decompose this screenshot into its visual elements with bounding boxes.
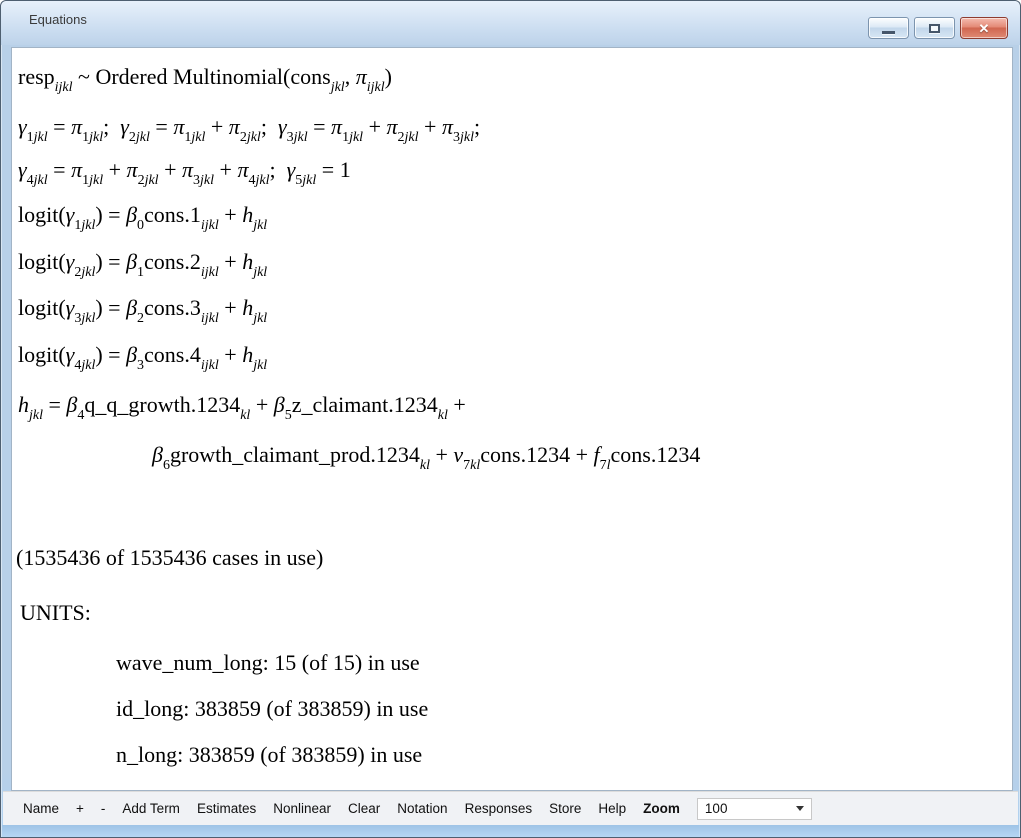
logit-gamma1[interactable]: logit(γ1jkl) = β0cons.1ijkl + hjkl bbox=[18, 202, 267, 228]
minimize-button[interactable] bbox=[868, 17, 909, 39]
responses-button[interactable]: Responses bbox=[465, 801, 533, 816]
plus-button[interactable]: + bbox=[76, 801, 84, 816]
clear-button[interactable]: Clear bbox=[348, 801, 380, 816]
unit-wave-num-long[interactable]: wave_num_long: 15 (of 15) in use bbox=[116, 650, 420, 676]
logit-gamma2[interactable]: logit(γ2jkl) = β1cons.2ijkl + hjkl bbox=[18, 249, 267, 275]
maximize-icon bbox=[929, 24, 940, 33]
logit-gamma4[interactable]: logit(γ4jkl) = β3cons.4ijkl + hjkl bbox=[18, 342, 267, 368]
close-button[interactable]: ✕ bbox=[960, 17, 1008, 39]
maximize-button[interactable] bbox=[914, 17, 955, 39]
window-controls: ✕ bbox=[868, 17, 1008, 39]
dropdown-arrow-icon bbox=[796, 806, 804, 811]
help-button[interactable]: Help bbox=[598, 801, 626, 816]
title-bar[interactable]: Equations ✕ bbox=[1, 1, 1020, 45]
equations-window: Equations ✕ respijkl ~ Ordered Multinomi… bbox=[0, 0, 1021, 838]
zoom-select[interactable]: 100 bbox=[697, 798, 812, 820]
equations-pane[interactable]: respijkl ~ Ordered Multinomial(consjkl, … bbox=[11, 47, 1013, 791]
zoom-label: Zoom bbox=[643, 801, 680, 816]
response-distribution[interactable]: respijkl ~ Ordered Multinomial(consjkl, … bbox=[18, 64, 392, 90]
cases-in-use[interactable]: (1535436 of 1535436 cases in use) bbox=[16, 545, 323, 571]
gamma-definitions-2[interactable]: γ4jkl = π1jkl + π2jkl + π3jkl + π4jkl; γ… bbox=[18, 157, 351, 183]
logit-gamma3[interactable]: logit(γ3jkl) = β2cons.3ijkl + hjkl bbox=[18, 295, 267, 321]
minus-button[interactable]: - bbox=[101, 801, 106, 816]
zoom-value: 100 bbox=[705, 801, 728, 816]
notation-button[interactable]: Notation bbox=[397, 801, 447, 816]
minimize-icon bbox=[882, 31, 895, 34]
store-button[interactable]: Store bbox=[549, 801, 581, 816]
window-title: Equations bbox=[29, 12, 87, 27]
close-icon: ✕ bbox=[979, 22, 990, 35]
add-term-button[interactable]: Add Term bbox=[122, 801, 180, 816]
estimates-button[interactable]: Estimates bbox=[197, 801, 256, 816]
name-button[interactable]: Name bbox=[23, 801, 59, 816]
random-part-h-continued[interactable]: β6growth_claimant_prod.1234kl + v7klcons… bbox=[152, 442, 700, 468]
random-part-h[interactable]: hjkl = β4q_q_growth.1234kl + β5z_claiman… bbox=[18, 392, 466, 418]
gamma-definitions-1[interactable]: γ1jkl = π1jkl; γ2jkl = π1jkl + π2jkl; γ3… bbox=[18, 114, 480, 140]
unit-id-long[interactable]: id_long: 383859 (of 383859) in use bbox=[116, 696, 428, 722]
equations-toolbar: Name + - Add Term Estimates Nonlinear Cl… bbox=[3, 791, 1018, 825]
nonlinear-button[interactable]: Nonlinear bbox=[273, 801, 331, 816]
unit-n-long[interactable]: n_long: 383859 (of 383859) in use bbox=[116, 742, 422, 768]
units-header[interactable]: UNITS: bbox=[20, 600, 91, 626]
window-bottom-frame bbox=[2, 825, 1019, 837]
